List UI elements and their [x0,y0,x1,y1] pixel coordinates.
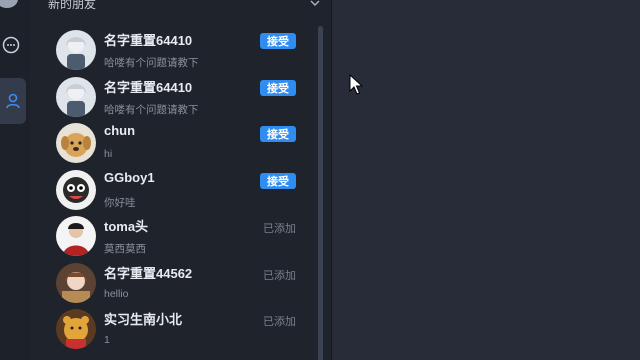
requester-name: 名字重置64410 [104,79,193,95]
request-message: hi [104,148,113,160]
friend-request-item[interactable]: 名字重置64410 哈喽有个问题请教下 接受 [56,75,300,122]
friend-request-item[interactable]: chun hi 接受 [56,121,300,168]
contacts-icon [6,93,20,109]
scrollbar[interactable] [318,26,323,360]
dog-avatar[interactable] [56,123,96,163]
requester-name: GGboy1 [104,169,155,185]
friend-request-item[interactable]: 名字重置64410 哈喽有个问题请教下 接受 [56,28,300,75]
user-avatar[interactable] [0,0,18,8]
accept-button[interactable]: 接受 [260,33,296,49]
requester-name: 名字重置44562 [104,265,193,281]
chevron-down-icon[interactable] [309,0,321,9]
requester-name: chun [104,123,136,138]
friend-request-item[interactable]: GGboy1 你好哇 接受 [56,168,300,215]
mouse-cursor-icon [349,74,363,95]
accept-button[interactable]: 接受 [260,126,296,142]
request-message: 哈喽有个问题请教下 [104,57,199,69]
contacts-nav-button[interactable] [0,78,26,124]
anime-avatar[interactable] [56,30,96,70]
requester-name: 实习生南小北 [104,312,183,327]
main-content-area [333,0,640,360]
anime-avatar[interactable] [56,76,96,117]
chat-nav-button[interactable] [0,34,22,56]
panel-header[interactable]: 新的朋友 [48,0,321,12]
added-status-label: 已添加 [263,316,296,328]
friend-request-list: 名字重置64410 哈喽有个问题请教下 接受 名字重置64410 哈喽有个问题请教下 接受… [56,28,300,354]
bear-avatar[interactable] [56,309,96,349]
accept-button[interactable]: 接受 [260,172,296,189]
anime-girl-avatar[interactable] [56,262,96,303]
requester-name: toma头 [104,219,149,234]
request-message: 哈喽有个问题请教下 [104,103,199,116]
friend-request-item[interactable]: 名字重置44562 hellio 已添加 [56,261,300,308]
request-message: hellio [104,287,129,300]
request-message: 1 [104,334,110,346]
cartoon-avatar[interactable] [56,169,96,210]
accept-button[interactable]: 接受 [260,79,296,96]
request-message: 莫西莫西 [104,243,146,255]
request-message: 你好哇 [104,196,136,209]
person-avatar[interactable] [56,216,96,256]
added-status-label: 已添加 [263,269,296,282]
chat-icon [2,36,20,54]
friend-request-item[interactable]: 实习生南小北 1 已添加 [56,307,300,354]
requester-name: 名字重置64410 [104,33,193,48]
panel-title: 新的朋友 [48,0,97,11]
friend-request-item[interactable]: toma头莫西莫西 已添加 [56,214,300,261]
navigation-rail [0,0,30,360]
added-status-label: 已添加 [263,223,296,235]
